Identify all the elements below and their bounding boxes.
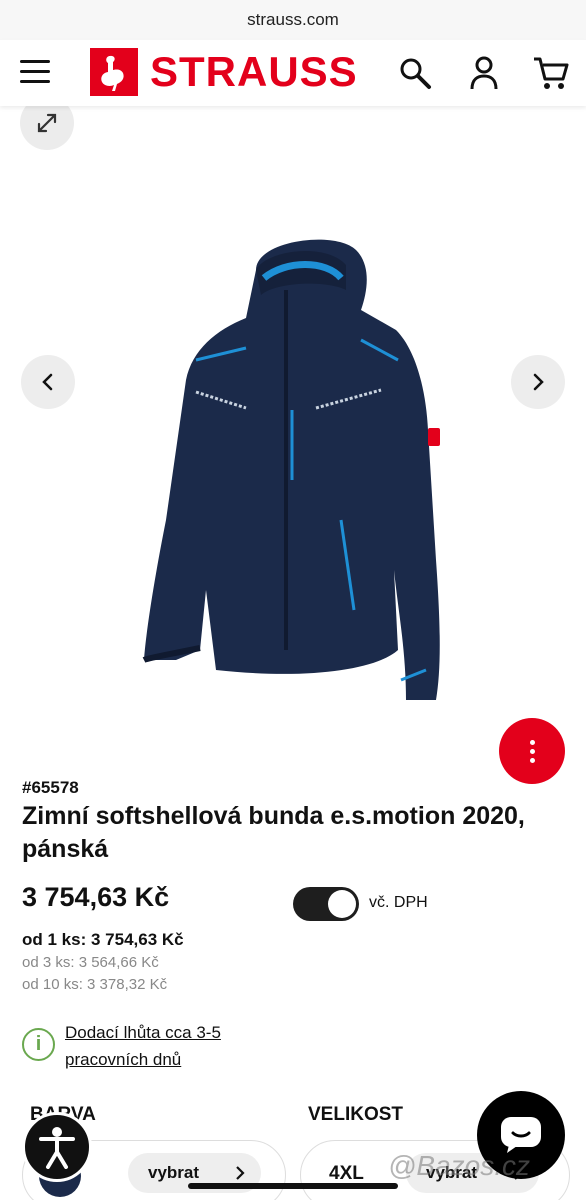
home-indicator: [188, 1183, 398, 1189]
tier-label: od 1 ks:: [22, 930, 87, 949]
size-value: 4XL: [329, 1163, 364, 1184]
user-icon[interactable]: [465, 54, 503, 92]
watermark: @Bazos.cz: [388, 1150, 531, 1181]
price-tier: od 1 ks: 3 754,63 Kč: [22, 930, 184, 950]
browser-url-bar[interactable]: strauss.com: [0, 0, 586, 40]
delivery-link[interactable]: Dodací lhůta cca 3-5 pracovních dnů: [65, 1019, 285, 1073]
product-title: Zimní softshellová bunda e.s.motion 2020…: [22, 802, 525, 863]
tier-price: 3 378,32 Kč: [87, 976, 168, 993]
ostrich-logo-icon: [90, 48, 138, 96]
color-select-label: vybrat: [148, 1163, 200, 1182]
logo[interactable]: STRAUSS: [90, 48, 358, 96]
product-image: [142, 239, 440, 700]
info-icon: i: [22, 1028, 55, 1061]
vat-toggle[interactable]: [293, 887, 359, 921]
product-image-gallery[interactable]: [0, 96, 586, 766]
price-tier: od 10 ks: 3 378,32 Kč: [22, 976, 167, 993]
url-text: strauss.com: [247, 10, 339, 29]
chevron-right-icon[interactable]: [511, 355, 565, 409]
brand-name: STRAUSS: [150, 48, 358, 95]
tier-label: od 10 ks:: [22, 976, 83, 993]
menu-icon[interactable]: [20, 60, 50, 84]
more-vertical-icon[interactable]: [499, 718, 565, 784]
tier-price: 3 754,63 Kč: [90, 930, 184, 949]
tier-price: 3 564,66 Kč: [78, 954, 159, 971]
size-label: VELIKOST: [308, 1104, 404, 1125]
chevron-left-icon[interactable]: [21, 355, 75, 409]
price-tier: od 3 ks: 3 564,66 Kč: [22, 954, 159, 971]
tier-label: od 3 ks:: [22, 954, 75, 971]
site-header: STRAUSS: [0, 40, 586, 106]
accessibility-icon[interactable]: [22, 1112, 92, 1182]
chevron-right-icon: [236, 1166, 245, 1180]
cart-icon[interactable]: [532, 54, 570, 92]
search-icon[interactable]: [396, 54, 434, 92]
product-price: 3 754,63 Kč: [22, 882, 170, 912]
vat-toggle-label: vč. DPH: [369, 894, 428, 911]
product-sku: #65578: [22, 778, 79, 797]
